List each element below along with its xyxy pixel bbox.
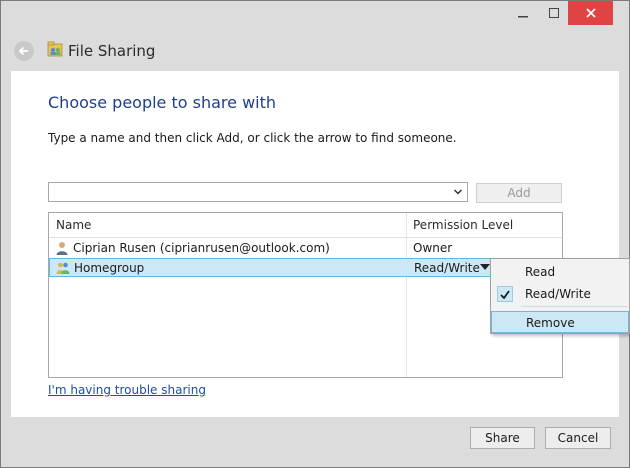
maximize-button[interactable] xyxy=(539,1,569,25)
column-header-permission[interactable]: Permission Level xyxy=(413,218,513,232)
menu-item-read[interactable]: Read xyxy=(491,261,629,283)
homegroup-icon xyxy=(56,262,70,274)
dropdown-arrow-icon[interactable] xyxy=(480,264,490,272)
name-combobox[interactable] xyxy=(48,182,468,203)
menu-separator xyxy=(521,306,627,307)
table-row-selected[interactable]: Homegroup Read/Write xyxy=(49,258,562,277)
minimize-button[interactable] xyxy=(508,1,538,25)
menu-item-remove[interactable]: Remove xyxy=(491,311,629,333)
navigation-bar: File Sharing xyxy=(1,31,629,71)
menu-item-label: Read xyxy=(525,265,556,279)
permission-context-menu: Read Read/Write Remove xyxy=(490,258,630,334)
share-button[interactable]: Share xyxy=(470,427,535,449)
user-icon xyxy=(56,242,68,255)
menu-item-read-write[interactable]: Read/Write xyxy=(491,283,629,305)
back-button[interactable] xyxy=(14,41,34,61)
chevron-down-icon[interactable] xyxy=(453,187,463,197)
cancel-button[interactable]: Cancel xyxy=(545,427,611,449)
dialog-footer: Share Cancel xyxy=(1,417,629,467)
close-icon xyxy=(585,8,596,18)
menu-item-label: Read/Write xyxy=(525,287,591,301)
name-input[interactable] xyxy=(49,185,455,203)
main-content: Choose people to share with Type a name … xyxy=(11,71,619,417)
instruction-text: Type a name and then click Add, or click… xyxy=(48,131,457,145)
file-sharing-icon xyxy=(47,41,63,57)
menu-item-label: Remove xyxy=(526,316,575,330)
file-sharing-window: File Sharing Choose people to share with… xyxy=(0,0,630,468)
trouble-sharing-link[interactable]: I'm having trouble sharing xyxy=(48,383,206,397)
row-permission[interactable]: Read/Write xyxy=(414,261,480,275)
page-heading: Choose people to share with xyxy=(48,93,277,112)
table-header: Name Permission Level xyxy=(49,213,562,238)
close-button[interactable] xyxy=(568,1,613,25)
window-title: File Sharing xyxy=(68,42,156,60)
row-name: Ciprian Rusen (ciprianrusen@outlook.com) xyxy=(73,241,330,255)
row-name: Homegroup xyxy=(74,261,145,275)
checkmark-icon xyxy=(497,286,513,302)
table-row[interactable]: Ciprian Rusen (ciprianrusen@outlook.com)… xyxy=(49,239,562,258)
title-bar[interactable] xyxy=(1,1,629,31)
back-arrow-icon xyxy=(18,46,28,56)
maximize-icon xyxy=(549,8,559,18)
column-header-name[interactable]: Name xyxy=(56,218,91,232)
sharing-table: Name Permission Level Ciprian Rusen (cip… xyxy=(48,212,563,378)
add-button[interactable]: Add xyxy=(476,183,562,203)
minimize-icon xyxy=(518,16,528,18)
row-permission: Owner xyxy=(413,241,453,255)
